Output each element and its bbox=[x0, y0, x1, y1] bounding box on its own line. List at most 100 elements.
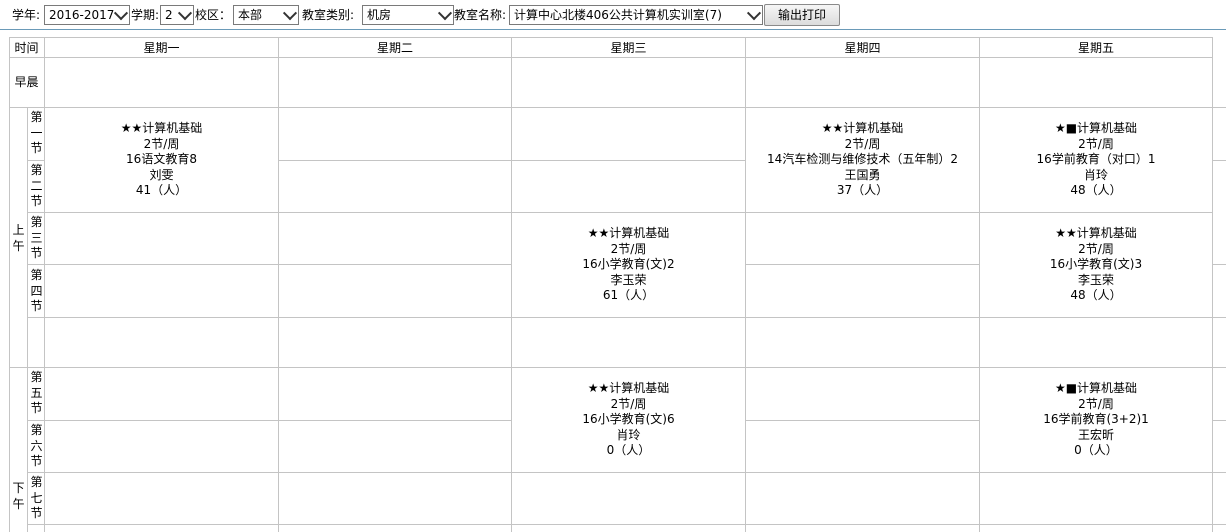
course-cell[interactable]: ★■计算机基础 2节/周 16学前教育(3+2)1 王宏昕 0（人） bbox=[980, 381, 1212, 459]
grid-line bbox=[745, 37, 746, 532]
course-class: 14汽车检测与维修技术（五年制）2 bbox=[767, 152, 958, 167]
room-name-label: 教室名称: bbox=[454, 8, 507, 22]
chevron-down-icon bbox=[177, 6, 193, 21]
course-name: ★■计算机基础 bbox=[1054, 121, 1138, 135]
course-name: ★■计算机基础 bbox=[1054, 381, 1138, 395]
course-count: 48（人） bbox=[1070, 183, 1122, 198]
course-class: 16语文教育8 bbox=[126, 152, 197, 167]
print-button[interactable]: 输出打印 bbox=[764, 4, 840, 26]
course-hours: 2节/周 bbox=[610, 396, 647, 411]
course-name: ★★计算机基础 bbox=[821, 121, 904, 135]
chevron-down-icon bbox=[437, 6, 453, 21]
grid-line bbox=[745, 264, 979, 265]
grid-line bbox=[278, 37, 279, 532]
chevron-down-icon bbox=[282, 6, 298, 21]
grid-line bbox=[745, 420, 979, 421]
grid-line bbox=[27, 212, 1213, 213]
period-label-7: 第七节 bbox=[30, 475, 43, 520]
grid-line bbox=[45, 264, 511, 265]
year-label: 学年: bbox=[12, 8, 41, 22]
grid-line bbox=[9, 107, 1226, 108]
header-day-wed: 星期三 bbox=[610, 41, 647, 55]
header-day-fri: 星期五 bbox=[1077, 41, 1114, 55]
course-name: ★★计算机基础 bbox=[1055, 226, 1137, 240]
grid-line bbox=[511, 160, 745, 161]
course-class: 16小学教育(文)3 bbox=[1049, 257, 1143, 272]
course-teacher: 李玉荣 bbox=[610, 272, 647, 287]
chevron-down-icon bbox=[746, 6, 762, 21]
course-cell[interactable]: ★★计算机基础 2节/周 16小学教育(文)2 李玉荣 61（人） bbox=[512, 226, 745, 304]
course-hours: 2节/周 bbox=[844, 136, 881, 151]
course-hours: 2节/周 bbox=[143, 136, 180, 151]
room-type-label: 教室类别: bbox=[302, 8, 355, 22]
course-class: 16学前教育(3+2)1 bbox=[1043, 412, 1149, 427]
grid-line bbox=[1212, 37, 1213, 532]
year-select-value: 2016-2017 bbox=[49, 8, 115, 22]
course-count: 37（人） bbox=[836, 183, 889, 198]
course-hours: 2节/周 bbox=[1078, 396, 1114, 411]
toolbar: 学年: 2016-2017 学期: 2 校区： 本部 教室类别: 机房 教室名称… bbox=[0, 0, 1226, 30]
row-label-am: 上午 bbox=[12, 223, 25, 253]
period-label-2: 第二节 bbox=[30, 163, 43, 208]
course-cell[interactable]: ★★计算机基础 2节/周 16小学教育(文)6 肖玲 0（人） bbox=[512, 381, 745, 459]
grid-line bbox=[1212, 264, 1226, 265]
course-teacher: 刘雯 bbox=[149, 167, 174, 182]
campus-label: 校区： bbox=[195, 8, 232, 22]
grid-line bbox=[27, 472, 1226, 473]
course-cell[interactable]: ★■计算机基础 2节/周 16学前教育（对口）1 肖玲 48（人） bbox=[980, 121, 1212, 199]
grid-line bbox=[1212, 420, 1226, 421]
course-class: 16小学教育(文)2 bbox=[582, 257, 675, 272]
grid-line bbox=[27, 420, 45, 421]
room-name-select-value: 计算中心北楼406公共计算机实训室(7) bbox=[514, 8, 722, 22]
course-hours: 2节/周 bbox=[1078, 241, 1114, 256]
room-type-select-value: 机房 bbox=[367, 8, 392, 22]
course-hours: 2节/周 bbox=[610, 241, 647, 256]
grid-line bbox=[45, 420, 511, 421]
course-count: 41（人） bbox=[135, 183, 188, 198]
header-day-tue: 星期二 bbox=[376, 41, 413, 55]
period-label-1: 第一节 bbox=[30, 110, 43, 155]
row-label-pm: 下午 bbox=[12, 481, 25, 511]
period-label-5: 第五节 bbox=[30, 370, 43, 415]
grid-line bbox=[278, 160, 512, 161]
course-teacher: 王宏昕 bbox=[1077, 427, 1114, 442]
term-label: 学期: bbox=[131, 8, 160, 22]
year-select[interactable]: 2016-2017 bbox=[44, 5, 130, 25]
period-label-3: 第三节 bbox=[30, 215, 43, 260]
chevron-down-icon bbox=[113, 6, 129, 21]
row-label-early: 早晨 bbox=[14, 75, 39, 89]
course-count: 0（人） bbox=[606, 443, 651, 458]
period-label-4: 第四节 bbox=[30, 268, 43, 313]
course-count: 61（人） bbox=[602, 288, 655, 303]
course-count: 0（人） bbox=[1074, 443, 1118, 458]
course-teacher: 肖玲 bbox=[1083, 167, 1108, 182]
course-teacher: 王国勇 bbox=[844, 167, 881, 182]
course-class: 16学前教育（对口）1 bbox=[1036, 152, 1156, 167]
campus-select-value: 本部 bbox=[238, 8, 263, 22]
course-teacher: 李玉荣 bbox=[1077, 272, 1114, 287]
room-type-select[interactable]: 机房 bbox=[362, 5, 454, 25]
grid-line bbox=[9, 37, 10, 532]
grid-line bbox=[9, 367, 1226, 368]
course-class: 16小学教育(文)6 bbox=[582, 412, 675, 427]
term-select-value: 2 bbox=[165, 8, 173, 22]
grid-line bbox=[27, 160, 45, 161]
header-day-thu: 星期四 bbox=[844, 41, 881, 55]
header-time: 时间 bbox=[14, 41, 39, 55]
course-cell[interactable]: ★★计算机基础 2节/周 16语文教育8 刘雯 41（人） bbox=[45, 121, 278, 199]
grid-line bbox=[1212, 160, 1226, 161]
course-name: ★★计算机基础 bbox=[587, 381, 670, 395]
course-teacher: 肖玲 bbox=[616, 427, 641, 442]
course-count: 48（人） bbox=[1070, 288, 1122, 303]
course-name: ★★计算机基础 bbox=[587, 226, 670, 240]
course-cell[interactable]: ★★计算机基础 2节/周 16小学教育(文)3 李玉荣 48（人） bbox=[980, 226, 1212, 304]
term-select[interactable]: 2 bbox=[160, 5, 194, 25]
grid-line bbox=[27, 524, 1226, 525]
course-cell[interactable]: ★★计算机基础 2节/周 14汽车检测与维修技术（五年制）2 王国勇 37（人） bbox=[746, 121, 979, 199]
grid-line bbox=[27, 264, 45, 265]
course-hours: 2节/周 bbox=[1078, 136, 1114, 151]
campus-select[interactable]: 本部 bbox=[233, 5, 299, 25]
room-name-select[interactable]: 计算中心北楼406公共计算机实训室(7) bbox=[509, 5, 763, 25]
period-label-6: 第六节 bbox=[30, 423, 43, 468]
course-name: ★★计算机基础 bbox=[120, 121, 203, 135]
